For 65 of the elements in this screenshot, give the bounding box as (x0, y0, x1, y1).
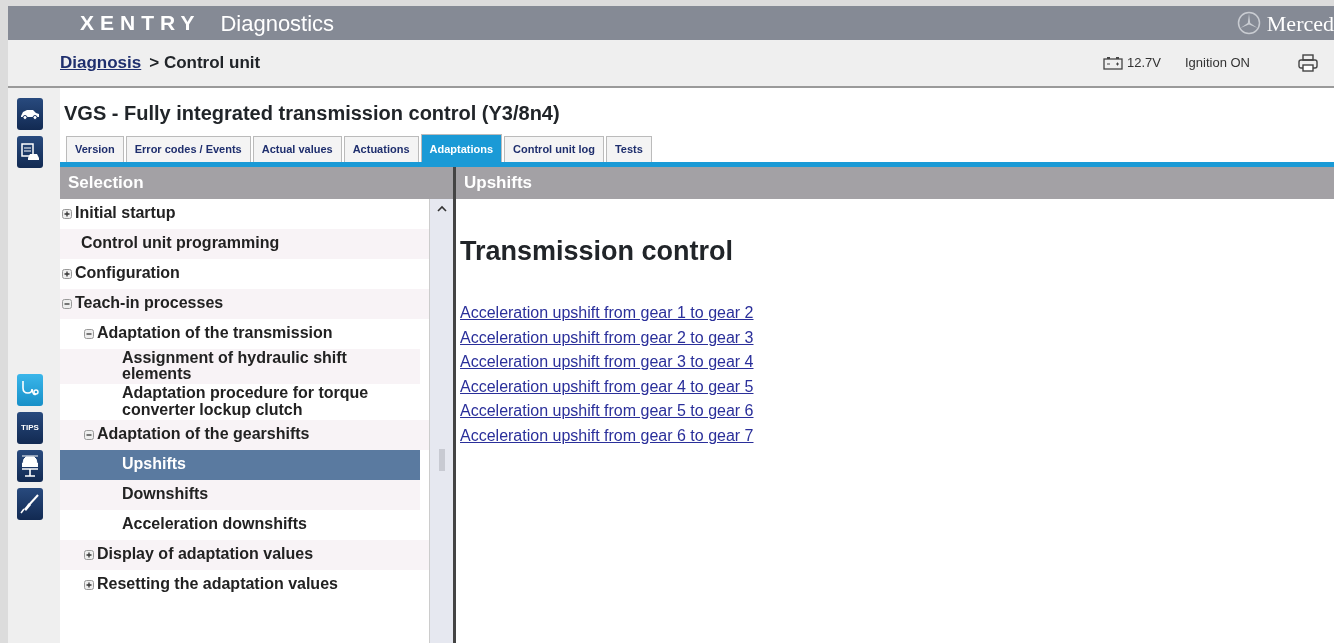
content-heading: Transmission control (460, 234, 735, 268)
expand-icon[interactable] (62, 208, 72, 219)
stethoscope-button[interactable] (17, 374, 43, 406)
tips-button[interactable]: TIPS (17, 412, 43, 444)
tree-item-label: Initial startup (75, 205, 176, 222)
upshift-link[interactable]: Acceleration upshift from gear 2 to gear 3 (460, 325, 754, 350)
battery-icon (1102, 56, 1123, 70)
pane-header: Upshifts (456, 166, 1334, 199)
tree-item[interactable]: Resetting the adaptation values (60, 569, 429, 600)
tab[interactable]: Error codes / Events (125, 136, 251, 162)
tree-item[interactable]: Control unit programming (60, 228, 429, 259)
tree-item[interactable]: Acceleration downshifts (60, 509, 420, 540)
upshift-link[interactable]: Acceleration upshift from gear 6 to gear 7 (460, 423, 754, 448)
syringe-button[interactable] (17, 488, 43, 520)
car-lift-icon (20, 454, 40, 478)
upshift-link[interactable]: Acceleration upshift from gear 4 to gear 5 (460, 374, 754, 399)
tab[interactable]: Version (66, 136, 124, 162)
syringe-icon (20, 493, 40, 515)
tree-item-label: Configuration (75, 265, 180, 282)
tree-item[interactable]: Adaptation of the gearshifts (60, 419, 429, 450)
tree-item[interactable]: Adaptation procedure for torque converter lockup clutch (60, 384, 420, 420)
tree-item-label: Adaptation of the gearshifts (97, 426, 310, 444)
tree-item[interactable]: Configuration (60, 258, 429, 289)
collapse-icon[interactable] (62, 298, 72, 309)
tree-item[interactable]: Adaptation of the transmission (60, 318, 429, 349)
tab[interactable]: Actual values (252, 136, 342, 162)
tree-item-label: Adaptation of the transmission (97, 325, 333, 342)
tree-item[interactable]: Assignment of hydraulic shift elements (60, 348, 420, 385)
expand-icon[interactable] (84, 579, 94, 590)
upshift-link[interactable]: Acceleration upshift from gear 5 to gear 6 (460, 399, 754, 424)
document-car-button[interactable] (17, 136, 43, 168)
control-unit-title: VGS - Fully integrated transmission control (Y3/8n4) (63, 101, 561, 126)
tree-item-label: Teach-in processes (75, 295, 224, 312)
star-emblem-icon (1236, 11, 1261, 35)
tree-item[interactable]: Teach-in processes (60, 288, 429, 319)
tab[interactable]: Actuations (343, 136, 419, 162)
tree-item[interactable]: Upshifts (60, 449, 420, 480)
collapse-icon[interactable] (84, 429, 94, 440)
tree-item[interactable]: Initial startup (60, 198, 429, 229)
collapse-icon[interactable] (84, 328, 94, 339)
scroll-thumb[interactable] (438, 448, 445, 471)
document-car-icon (20, 142, 40, 162)
breadcrumb-current: > Control unit (149, 52, 261, 75)
pane-header: Selection (60, 166, 453, 199)
upshift-link[interactable]: Acceleration upshift from gear 3 to gear 4 (460, 350, 754, 375)
printer-icon[interactable] (1298, 54, 1318, 72)
tree-item[interactable]: Display of adaptation values (60, 539, 429, 570)
expand-icon[interactable] (62, 268, 72, 279)
brand-logo: XENTRY (80, 10, 201, 37)
breadcrumb-link[interactable]: Diagnosis (60, 50, 142, 76)
car-lift-button[interactable] (17, 450, 43, 482)
tree-item[interactable]: Downshifts (60, 479, 420, 510)
scrollbar[interactable] (429, 198, 453, 643)
app-title: Diagnostics (220, 9, 335, 38)
car-icon (20, 108, 40, 120)
maker-name: Merced (1266, 9, 1334, 38)
voltage-reading: 12.7V (1126, 54, 1161, 73)
upshift-link[interactable]: Acceleration upshift from gear 1 to gear 2 (460, 301, 754, 326)
ignition-status: Ignition ON (1184, 54, 1250, 73)
tree-item-label: Resetting the adaptation values (97, 576, 338, 594)
tree-item-label: Display of adaptation values (97, 546, 314, 564)
car-button[interactable] (17, 98, 43, 130)
tab[interactable]: Control unit log (504, 136, 604, 162)
expand-icon[interactable] (84, 549, 94, 560)
tab[interactable]: Tests (605, 136, 652, 162)
